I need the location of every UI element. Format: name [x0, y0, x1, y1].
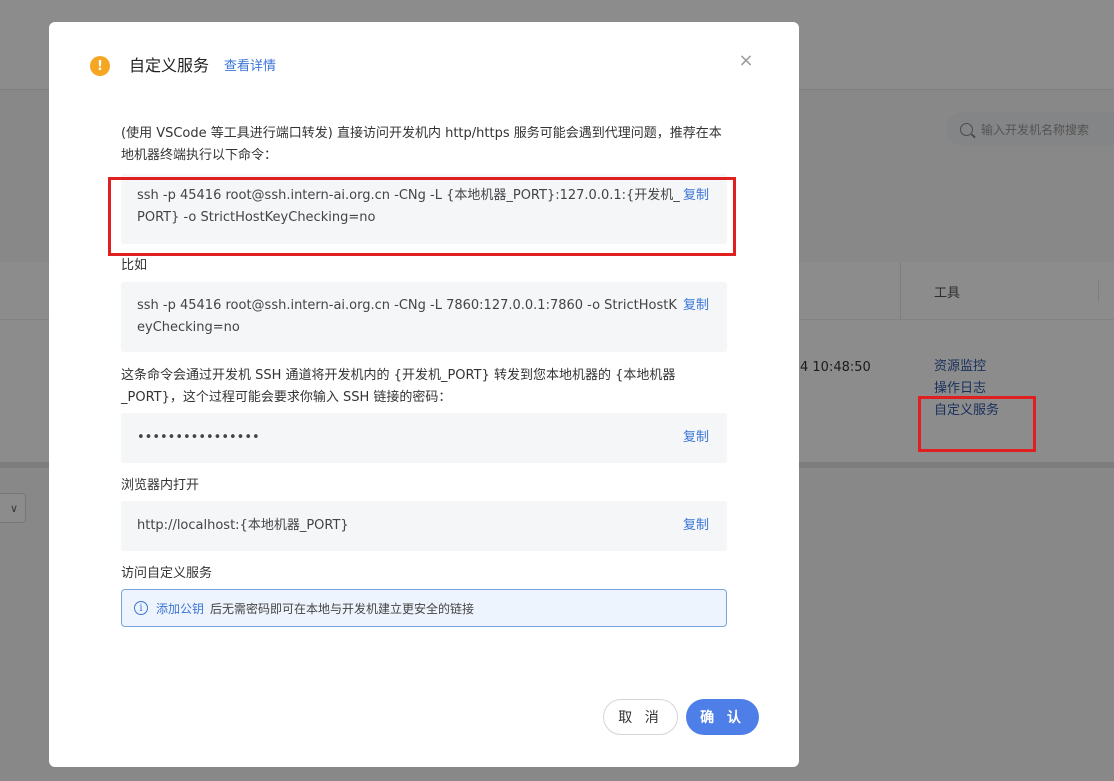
copy-password-button[interactable]: 复制 [683, 427, 709, 449]
info-icon: i [134, 601, 148, 615]
custom-service-dialog: ! 自定义服务 查看详情 × (使用 VSCode 等工具进行端口转发) 直接访… [49, 22, 799, 767]
example-box: ssh -p 45416 root@ssh.intern-ai.org.cn -… [121, 282, 727, 352]
annotation-highlight-custom-service [918, 396, 1036, 452]
close-icon[interactable]: × [737, 52, 755, 70]
browser-url-text: http://localhost:{本地机器_PORT} [137, 518, 349, 533]
info-alert: i 添加公钥 后无需密码即可在本地与开发机建立更安全的链接 [121, 589, 727, 627]
info-text: 后无需密码即可在本地与开发机建立更安全的链接 [210, 601, 475, 616]
confirm-button[interactable]: 确 认 [686, 699, 759, 735]
password-box: •••••••••••••••• 复制 [121, 413, 727, 463]
browser-label: 浏览器内打开 [121, 478, 200, 493]
warning-icon: ! [90, 56, 110, 76]
copy-example-button[interactable]: 复制 [683, 295, 709, 317]
dialog-title: 自定义服务 [129, 56, 210, 75]
access-label: 访问自定义服务 [121, 566, 213, 581]
cancel-button[interactable]: 取 消 [603, 699, 678, 735]
example-label: 比如 [121, 258, 148, 273]
copy-url-button[interactable]: 复制 [683, 515, 709, 537]
annotation-highlight-command [108, 177, 736, 256]
example-command-text: ssh -p 45416 root@ssh.intern-ai.org.cn -… [137, 298, 677, 335]
browser-url-box: http://localhost:{本地机器_PORT} 复制 [121, 501, 727, 551]
explain-text: 这条命令会通过开发机 SSH 通道将开发机内的 {开发机_PORT} 转发到您本… [121, 368, 676, 405]
add-public-key-link[interactable]: 添加公钥 [156, 600, 204, 617]
description-text: (使用 VSCode 等工具进行端口转发) 直接访问开发机内 http/http… [121, 126, 722, 163]
password-text: •••••••••••••••• [137, 430, 260, 445]
view-details-link[interactable]: 查看详情 [224, 58, 276, 76]
